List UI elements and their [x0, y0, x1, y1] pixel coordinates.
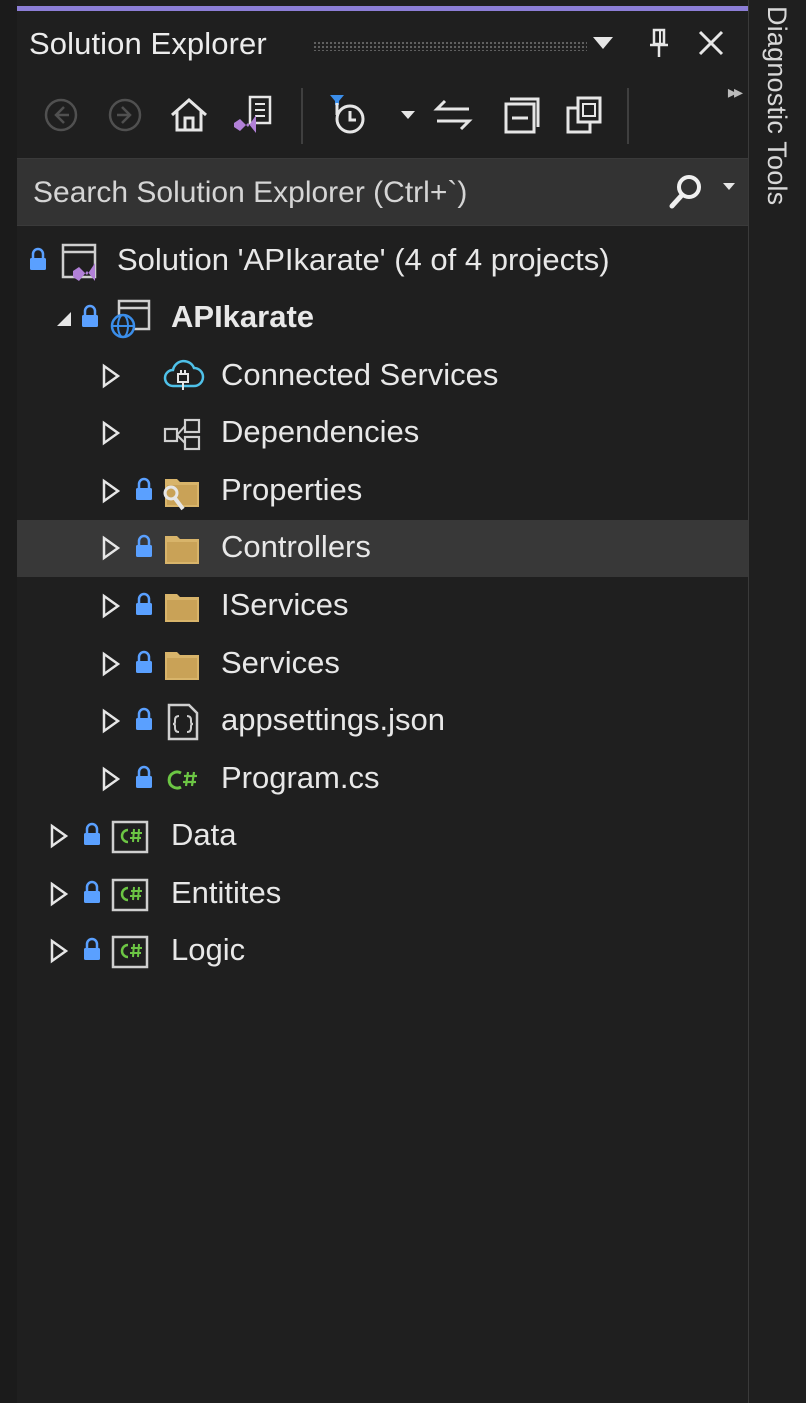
- tree-item-connected-services[interactable]: Connected Services: [17, 348, 748, 405]
- tree-item-program-cs[interactable]: Program.cs: [17, 751, 748, 808]
- lock-icon: [136, 765, 152, 788]
- back-icon[interactable]: [37, 90, 85, 140]
- collapsed-arrow-icon[interactable]: [99, 707, 123, 735]
- drag-grip[interactable]: [313, 41, 587, 51]
- dependencies-icon: [163, 418, 201, 451]
- tree-item-controllers[interactable]: Controllers: [17, 520, 748, 577]
- search-options-dropdown-icon[interactable]: [722, 181, 736, 193]
- tree-item-label: Connected Services: [221, 357, 499, 392]
- dropdown-icon[interactable]: [395, 90, 421, 140]
- collapse-all-icon[interactable]: [497, 90, 545, 140]
- folder-icon: [165, 652, 199, 680]
- close-icon[interactable]: [691, 21, 731, 65]
- tree-item-project[interactable]: APIkarate: [17, 290, 748, 347]
- expanded-arrow-icon[interactable]: [53, 304, 77, 332]
- properties-folder-icon: [163, 479, 199, 511]
- pin-icon[interactable]: [639, 21, 679, 65]
- collapsed-arrow-icon[interactable]: [99, 765, 123, 793]
- collapsed-arrow-icon[interactable]: [99, 534, 123, 562]
- window-position-dropdown-icon[interactable]: [583, 21, 623, 65]
- tree-item-properties[interactable]: Properties: [17, 463, 748, 520]
- collapsed-arrow-icon[interactable]: [99, 362, 123, 390]
- collapsed-arrow-icon[interactable]: [47, 822, 71, 850]
- side-tab-label: Diagnostic Tools: [762, 6, 792, 206]
- tree-item-label: IServices: [221, 587, 349, 622]
- left-edge: [0, 0, 18, 1403]
- sync-with-active-document-icon[interactable]: [429, 90, 477, 140]
- show-all-files-icon[interactable]: [561, 90, 609, 140]
- lock-icon: [136, 477, 152, 500]
- tree-item-project-entitites[interactable]: Entitites: [17, 866, 748, 923]
- tree-item-iservices[interactable]: IServices: [17, 578, 748, 635]
- collapsed-arrow-icon[interactable]: [99, 650, 123, 678]
- folder-icon: [165, 536, 199, 564]
- tree-item-label: Entitites: [171, 875, 282, 910]
- solution-explorer-panel: Solution Explorer ▸▸ Search Solution Exp…: [17, 0, 749, 1403]
- folder-icon: [165, 594, 199, 622]
- tree-item-project-data[interactable]: Data: [17, 808, 748, 865]
- ide-frame: Solution Explorer ▸▸ Search Solution Exp…: [0, 0, 806, 1403]
- tree-item-label: Solution 'APIkarate' (4 of 4 projects): [117, 242, 610, 277]
- connected-services-icon: [163, 359, 205, 390]
- toolbar-separator: [301, 88, 303, 144]
- tree-item-label: Data: [171, 817, 237, 852]
- search-icon[interactable]: [668, 173, 704, 211]
- tree-item-label: Controllers: [221, 529, 371, 564]
- toolbar-overflow-icon[interactable]: ▸▸: [728, 82, 743, 103]
- tree-item-label: Program.cs: [221, 760, 380, 795]
- json-file-icon: [167, 703, 199, 741]
- collapsed-arrow-icon[interactable]: [99, 419, 123, 447]
- lock-icon: [82, 304, 98, 327]
- search-input[interactable]: Search Solution Explorer (Ctrl+`): [33, 176, 467, 210]
- lock-icon: [136, 534, 152, 557]
- tree-item-appsettings[interactable]: appsettings.json: [17, 693, 748, 750]
- tree-item-services[interactable]: Services: [17, 636, 748, 693]
- tree-item-label: Logic: [171, 932, 246, 967]
- tree-item-solution[interactable]: Solution 'APIkarate' (4 of 4 projects): [17, 233, 748, 290]
- collapsed-arrow-icon[interactable]: [47, 880, 71, 908]
- csharp-project-icon: [111, 878, 149, 912]
- csharp-file-icon: [167, 770, 197, 790]
- tree-item-label: Services: [221, 645, 340, 680]
- lock-icon: [136, 592, 152, 615]
- solution-icon: [61, 243, 97, 281]
- lock-icon: [136, 650, 152, 673]
- lock-icon: [84, 822, 100, 845]
- lock-icon: [30, 247, 46, 270]
- diagnostic-tools-tab[interactable]: Diagnostic Tools: [749, 0, 806, 1403]
- tree-item-label: appsettings.json: [221, 702, 446, 737]
- tree-item-label: APIkarate: [171, 299, 315, 334]
- search-box[interactable]: Search Solution Explorer (Ctrl+`): [17, 158, 748, 226]
- tree-item-label: Dependencies: [221, 414, 420, 449]
- lock-icon: [84, 937, 100, 960]
- panel-toolbar: ▸▸: [17, 74, 748, 156]
- tree-item-label: Properties: [221, 472, 363, 507]
- forward-icon[interactable]: [101, 90, 149, 140]
- lock-icon: [84, 880, 100, 903]
- panel-titlebar[interactable]: Solution Explorer: [17, 11, 748, 74]
- tree-item-project-logic[interactable]: Logic: [17, 923, 748, 980]
- lock-icon: [136, 707, 152, 730]
- collapsed-arrow-icon[interactable]: [99, 592, 123, 620]
- tree-item-dependencies[interactable]: Dependencies: [17, 405, 748, 462]
- collapsed-arrow-icon[interactable]: [99, 477, 123, 505]
- csharp-project-icon: [111, 935, 149, 969]
- switch-views-icon[interactable]: [229, 90, 277, 140]
- panel-title: Solution Explorer: [29, 26, 267, 61]
- home-icon[interactable]: [165, 90, 213, 140]
- pending-changes-filter-icon[interactable]: [322, 90, 370, 140]
- collapsed-arrow-icon[interactable]: [47, 937, 71, 965]
- csharp-project-icon: [111, 820, 149, 854]
- web-project-icon: [110, 299, 151, 339]
- toolbar-separator: [627, 88, 629, 144]
